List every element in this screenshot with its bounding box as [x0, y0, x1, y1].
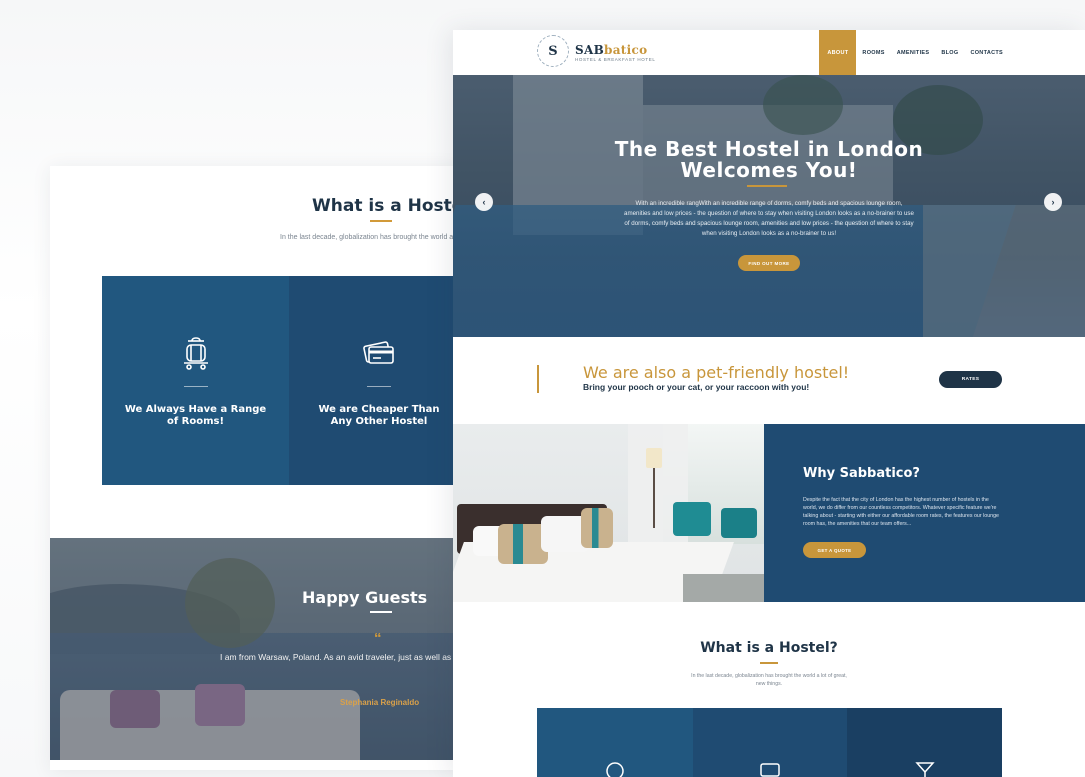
site-header: S SABbatico HOSTEL & BREAKFAST HOTEL ABO…: [453, 30, 1085, 75]
rates-button[interactable]: RATES: [939, 371, 1002, 388]
nav-item-contacts[interactable]: CONTACTS: [964, 30, 1009, 75]
nav-item-rooms[interactable]: ROOMS: [856, 30, 890, 75]
logo-tagline: HOSTEL & BREAKFAST HOTEL: [575, 57, 656, 62]
title-underline: [747, 185, 787, 187]
nav-item-amenities[interactable]: AMENITIES: [891, 30, 936, 75]
logo-name-accent: batico: [604, 43, 648, 57]
feature-label: We are Cheaper Than Any Other Hostel: [318, 404, 440, 427]
why-panel: Why Sabbatico? Despite the fact that the…: [764, 424, 1085, 602]
nav-item-blog[interactable]: BLOG: [935, 30, 964, 75]
feature-card-cheaper[interactable]: We are Cheaper Than Any Other Hostel: [289, 276, 460, 485]
pet-subtitle: Bring your pooch or your cat, or your ra…: [583, 382, 810, 392]
feature-card-rooms[interactable]: We Always Have a Range of Rooms!: [102, 276, 289, 485]
accent-bar: [537, 365, 539, 393]
testimonial-title: Happy Guests: [302, 588, 428, 607]
why-section: Why Sabbatico? Despite the fact that the…: [453, 424, 1085, 602]
feature-label: We Always Have a Range of Rooms!: [124, 404, 267, 427]
card-icon: [758, 760, 782, 777]
front-page-preview: S SABbatico HOSTEL & BREAKFAST HOTEL ABO…: [453, 30, 1085, 777]
logo-badge[interactable]: S: [537, 35, 569, 67]
feature-tile[interactable]: [537, 708, 693, 777]
hero-slider: The Best Hostel in London Welcomes You! …: [453, 75, 1085, 337]
main-nav: ABOUT ROOMS AMENITIES BLOG CONTACTS: [819, 30, 1009, 75]
pet-title: We are also a pet-friendly hostel!: [583, 363, 850, 382]
cocktail-icon: [914, 760, 936, 777]
section-text: In the last decade, globalization has br…: [280, 234, 460, 241]
why-text: Despite the fact that the city of London…: [803, 497, 1000, 527]
chevron-right-icon[interactable]: ›: [1044, 193, 1062, 211]
section-title: What is a Hostel?: [312, 196, 460, 216]
testimonial-quote: I am from Warsaw, Poland. As an avid tra…: [220, 652, 460, 662]
feature-divider: [367, 386, 391, 387]
feature-tile[interactable]: [847, 708, 1002, 777]
back-page-preview: What is a Hostel? In the last decade, gl…: [50, 166, 460, 770]
room-photo: [453, 424, 764, 602]
testimonial-section: Happy Guests “ I am from Warsaw, Poland.…: [50, 538, 460, 760]
chevron-left-icon[interactable]: ‹: [475, 193, 493, 211]
find-out-more-button[interactable]: FIND OUT MORE: [738, 255, 800, 271]
pet-friendly-banner: We are also a pet-friendly hostel! Bring…: [453, 337, 1085, 424]
title-underline: [760, 662, 778, 664]
logo-name[interactable]: SABbatico: [575, 43, 647, 57]
hero-title-line: The Best Hostel in London: [614, 137, 924, 161]
credit-card-icon: [289, 336, 460, 368]
nav-item-about[interactable]: ABOUT: [819, 30, 857, 75]
title-underline: [370, 220, 392, 222]
quote-icon: “: [374, 630, 382, 647]
testimonial-author: Stephania Reginaldo: [340, 698, 420, 707]
feature-tile[interactable]: [693, 708, 847, 777]
hero-title: The Best Hostel in London Welcomes You!: [453, 139, 1085, 181]
title-underline: [370, 611, 392, 613]
bell-icon: [604, 760, 626, 777]
luggage-cart-icon: [102, 336, 289, 370]
section-text: In the last decade, globalization has br…: [691, 673, 847, 687]
section-title: What is a Hostel?: [700, 640, 838, 656]
logo-name-part: SAB: [575, 43, 605, 57]
why-title: Why Sabbatico?: [803, 466, 920, 481]
hero-title-line: Welcomes You!: [680, 158, 858, 182]
feature-divider: [183, 386, 208, 387]
hero-text: With an incredible rangWith an incredibl…: [624, 200, 914, 237]
get-a-quote-button[interactable]: GET A QUOTE: [803, 542, 866, 558]
